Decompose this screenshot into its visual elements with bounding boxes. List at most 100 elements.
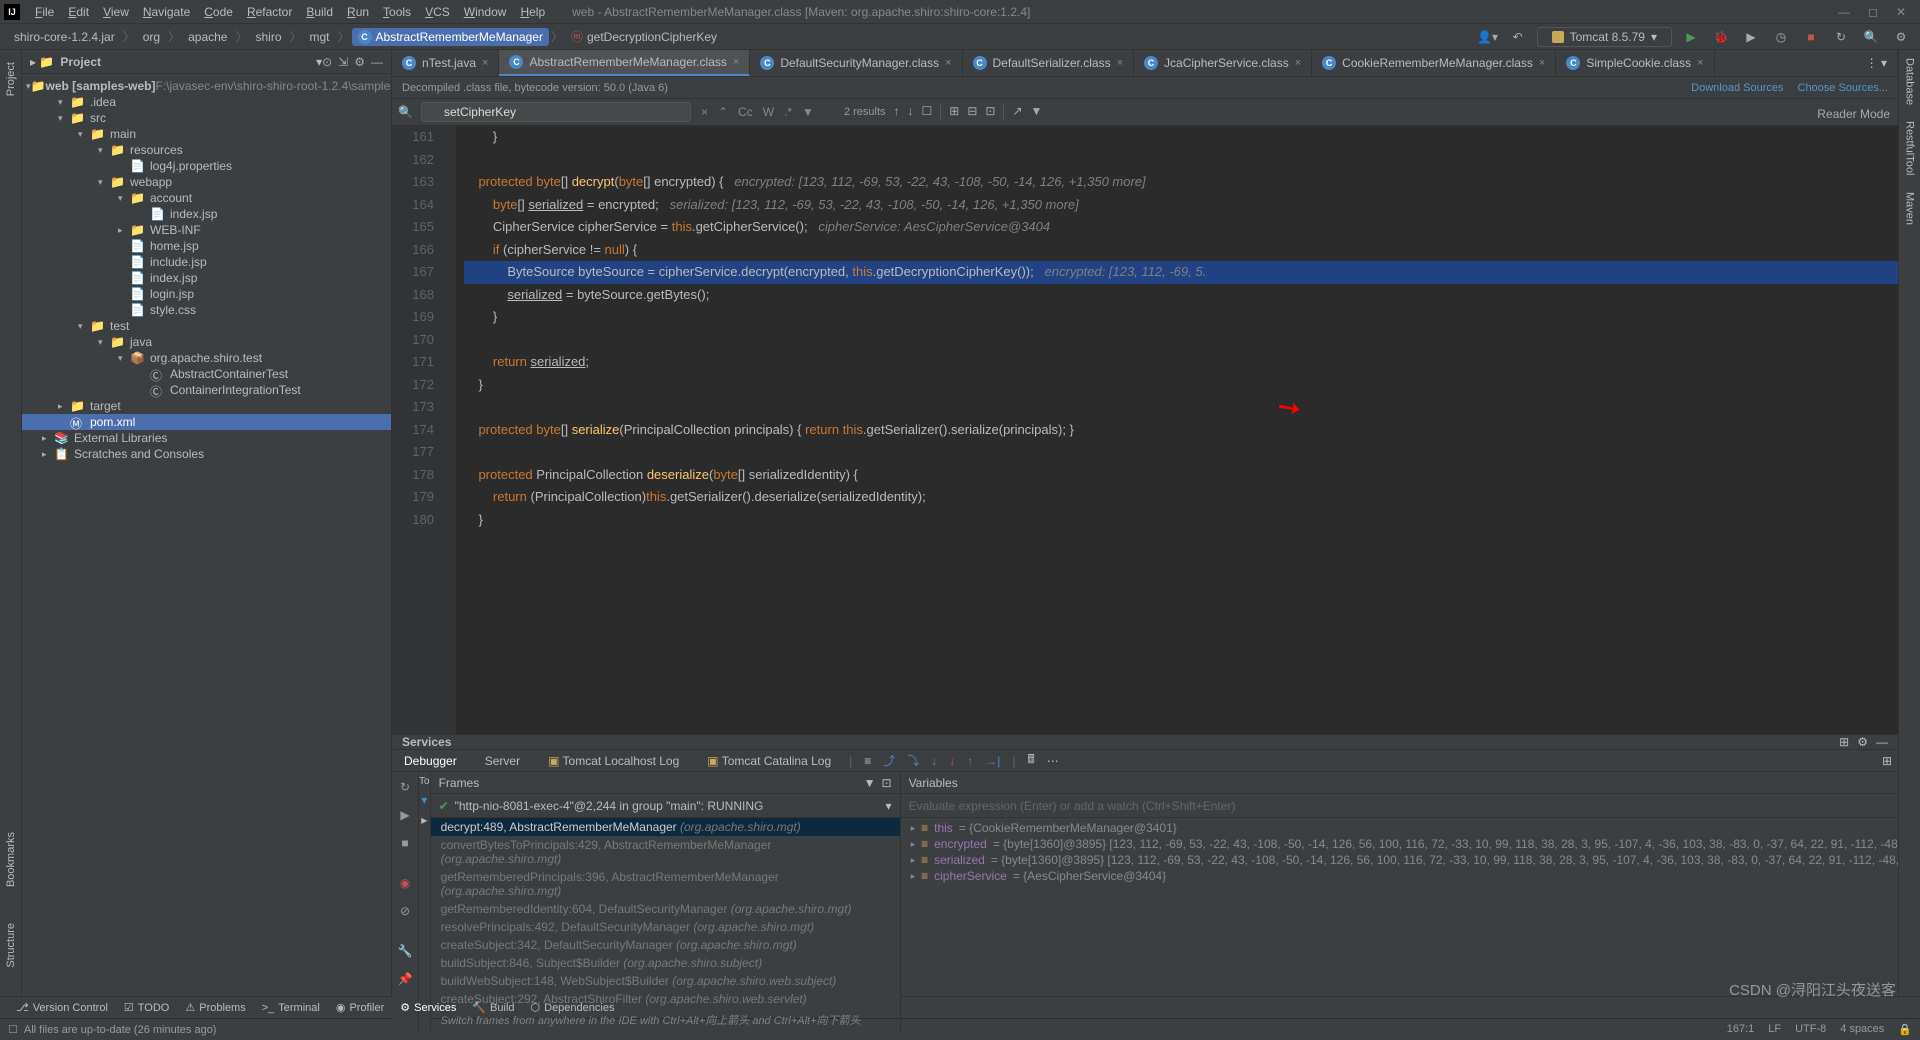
variables-list[interactable]: ▸ ≡ this = {CookieRememberMeManager@3401… <box>901 818 1920 1032</box>
menu-view[interactable]: View <box>96 5 136 19</box>
more-icon[interactable]: ⋯ <box>1047 754 1059 768</box>
hide-icon[interactable]: — <box>371 55 383 69</box>
code-editor[interactable]: 1611621631641651661671681691701711721731… <box>392 126 1898 734</box>
menu-edit[interactable]: Edit <box>61 5 96 19</box>
tree-item[interactable]: 📄style.css <box>22 302 391 318</box>
variable-item[interactable]: ▸ ≡ encrypted = {byte[1360]@3895} [123, … <box>901 836 1920 852</box>
maven-tool-tab[interactable]: Maven <box>1902 184 1918 233</box>
breadcrumb-5[interactable]: C AbstractRememberMeManager <box>352 28 549 46</box>
editor-tab[interactable]: CDefaultSecurityManager.class× <box>750 50 962 76</box>
tree-root[interactable]: ▾📁 web [samples-web] F:\javasec-env\shir… <box>22 78 391 94</box>
minimize-icon[interactable]: — <box>1838 5 1850 19</box>
code-line-166[interactable]: if (cipherService != null) { <box>464 239 1898 262</box>
bottom-tab-version-control[interactable]: ⎇Version Control <box>8 1001 116 1014</box>
menu-tools[interactable]: Tools <box>376 5 418 19</box>
tree-item[interactable]: ▸📋Scratches and Consoles <box>22 446 391 462</box>
export-icon[interactable]: ↗ <box>1012 104 1022 120</box>
status-item[interactable]: UTF-8 <box>1795 1023 1826 1036</box>
editor-tab[interactable]: CSimpleCookie.class× <box>1556 50 1714 76</box>
restful-tool-tab[interactable]: RestfulTool <box>1902 113 1918 183</box>
status-item[interactable]: LF <box>1768 1023 1781 1036</box>
breadcrumb-0[interactable]: shiro-core-1.2.4.jar <box>8 28 121 46</box>
breadcrumb-3[interactable]: shiro <box>249 28 287 46</box>
stack-frame[interactable]: buildSubject:846, Subject$Builder (org.a… <box>431 954 900 972</box>
restore-layout-icon[interactable]: ⤴ <box>883 752 895 769</box>
tree-item[interactable]: ▾📁account <box>22 190 391 206</box>
editor-tab[interactable]: CCookieRememberMeManager.class× <box>1312 50 1556 76</box>
select-all-icon[interactable]: ☐ <box>922 104 933 120</box>
editor-tab[interactable]: CAbstractRememberMeManager.class× <box>499 50 750 76</box>
filter-icon[interactable]: ▼ <box>800 105 816 119</box>
code-line-161[interactable]: } <box>464 126 1898 149</box>
bottom-tab-services[interactable]: ⚙Services <box>392 1001 464 1014</box>
pin-button[interactable]: 📌 <box>392 968 418 990</box>
thread-selector[interactable]: ✔ "http-nio-8081-exec-4"@2,244 in group … <box>431 794 900 818</box>
tree-item[interactable]: ▾📁src <box>22 110 391 126</box>
run-to-cursor-icon[interactable]: →| <box>985 754 1000 768</box>
menu-run[interactable]: Run <box>340 5 376 19</box>
editor-tab[interactable]: CDefaultSerializer.class× <box>963 50 1135 76</box>
debug-tab-tomcat-catalina-log[interactable]: ▣ Tomcat Catalina Log <box>701 752 837 770</box>
tree-item[interactable]: ⒸAbstractContainerTest <box>22 366 391 382</box>
running-icon[interactable]: ▸ <box>421 813 427 827</box>
tree-item[interactable]: ▸📚External Libraries <box>22 430 391 446</box>
code-line-169[interactable]: } <box>464 306 1898 329</box>
code-line-178[interactable]: protected PrincipalCollection deserializ… <box>464 464 1898 487</box>
menu-refactor[interactable]: Refactor <box>240 5 299 19</box>
step-over-icon[interactable]: ⤵ <box>907 752 919 769</box>
profile-button[interactable]: ◷ <box>1770 26 1792 48</box>
close-tab-icon[interactable]: × <box>1539 57 1545 69</box>
tree-item[interactable]: 📄include.jsp <box>22 254 391 270</box>
reader-mode-label[interactable]: Reader Mode <box>1817 107 1890 121</box>
tree-item[interactable]: ▾📁resources <box>22 142 391 158</box>
close-tab-icon[interactable]: × <box>945 57 951 69</box>
frames-list[interactable]: decrypt:489, AbstractRememberMeManager (… <box>431 818 900 1008</box>
lock-icon[interactable]: 🔒 <box>1898 1023 1912 1036</box>
stack-frame[interactable]: getRememberedIdentity:604, DefaultSecuri… <box>431 900 900 918</box>
layout-settings-icon[interactable]: ⊞ <box>1882 754 1892 768</box>
prev-icon[interactable]: ↑ <box>894 104 900 120</box>
tree-item[interactable]: 📄login.jsp <box>22 286 391 302</box>
filter2-icon[interactable]: ▼ <box>1031 104 1043 120</box>
tabs-dropdown[interactable]: ⋮ ▾ <box>1856 50 1898 76</box>
expand-all-icon[interactable]: ⇲ <box>338 55 348 69</box>
stack-frame[interactable]: resolvePrincipals:492, DefaultSecurityMa… <box>431 918 900 936</box>
debug-tab-tomcat-localhost-log[interactable]: ▣ Tomcat Localhost Log <box>542 752 685 770</box>
breadcrumb-1[interactable]: org <box>137 28 166 46</box>
bottom-tab-profiler[interactable]: ◉Profiler <box>328 1001 392 1014</box>
thread-dump-icon[interactable]: ≡ <box>864 754 871 768</box>
chevron-down-icon[interactable]: ▾ <box>421 793 427 807</box>
code-line-173[interactable] <box>464 396 1898 419</box>
evaluate-bar[interactable]: Evaluate expression (Enter) or add a wat… <box>901 794 1920 818</box>
tree-item[interactable]: 📄home.jsp <box>22 238 391 254</box>
code-line-168[interactable]: serialized = byteSource.getBytes(); <box>464 284 1898 307</box>
close-icon[interactable]: ✕ <box>1896 5 1906 19</box>
tree-item[interactable]: ▾📁main <box>22 126 391 142</box>
settings-icon[interactable]: ⚙ <box>1857 735 1868 749</box>
update-button[interactable]: ↻ <box>1830 26 1852 48</box>
bottom-tab-todo[interactable]: ☑TODO <box>116 1001 177 1014</box>
variable-item[interactable]: ▸ ≡ this = {CookieRememberMeManager@3401… <box>901 820 1920 836</box>
breadcrumb-6[interactable]: ⓜ getDecryptionCipherKey <box>565 26 723 47</box>
search-everywhere-icon[interactable]: 🔍 <box>1860 26 1882 48</box>
add-selection-icon[interactable]: ⊞ <box>949 104 959 120</box>
download-sources-link[interactable]: Download Sources <box>1691 82 1783 94</box>
tree-item[interactable]: ▾📁test <box>22 318 391 334</box>
next-icon[interactable]: ↓ <box>908 104 914 120</box>
step-into-icon[interactable]: ↓ <box>931 754 937 768</box>
tree-item[interactable]: ⒸContainerIntegrationTest <box>22 382 391 398</box>
maximize-icon[interactable]: ◻ <box>1868 5 1878 19</box>
tree-item[interactable]: ▸📁target <box>22 398 391 414</box>
code-line-172[interactable]: } <box>464 374 1898 397</box>
breadcrumb-2[interactable]: apache <box>182 28 233 46</box>
tree-item[interactable]: 📄index.jsp <box>22 206 391 222</box>
code-line-170[interactable] <box>464 329 1898 352</box>
breadcrumb-4[interactable]: mgt <box>304 28 336 46</box>
menu-file[interactable]: File <box>28 5 61 19</box>
choose-sources-link[interactable]: Choose Sources... <box>1798 82 1889 94</box>
close-search-icon[interactable]: × <box>699 105 710 119</box>
code-line-163[interactable]: protected byte[] decrypt(byte[] encrypte… <box>464 171 1898 194</box>
tree-item[interactable]: 📄log4j.properties <box>22 158 391 174</box>
words-icon[interactable]: W <box>761 105 776 119</box>
code-line-180[interactable]: } <box>464 509 1898 532</box>
